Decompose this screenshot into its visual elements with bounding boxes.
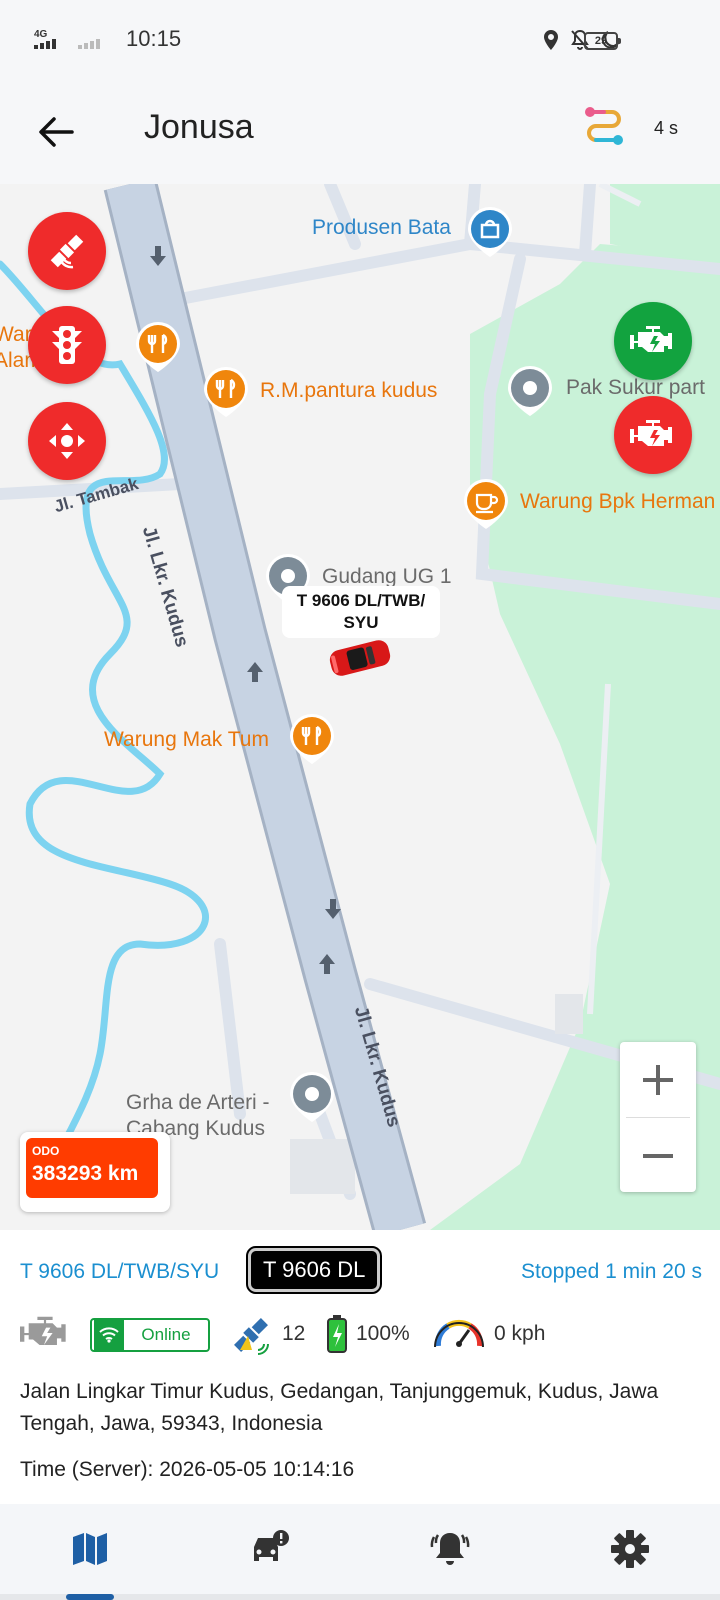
- minus-icon: [643, 1153, 673, 1158]
- odometer-label: ODO: [32, 1144, 60, 1158]
- poi-warung-mak-tum[interactable]: Warung Mak Tum: [104, 728, 269, 752]
- vehicle-address: Jalan Lingkar Timur Kudus, Gedangan, Tan…: [20, 1380, 659, 1435]
- zoom-in-button[interactable]: [620, 1042, 696, 1117]
- building: [555, 994, 583, 1034]
- speed-value: 0 kph: [494, 1322, 546, 1345]
- building: [290, 1139, 355, 1194]
- poi-rm-pantura[interactable]: R.M.pantura kudus: [260, 379, 437, 403]
- center-vehicle-button[interactable]: [28, 402, 106, 480]
- engine-icon: [630, 420, 672, 446]
- engine-on-button[interactable]: [614, 302, 692, 380]
- satellite-count: 12: [282, 1322, 306, 1345]
- active-tab-indicator: [66, 1594, 114, 1600]
- app-header: Jonusa 4 s: [0, 84, 720, 184]
- back-arrow-icon[interactable]: [34, 110, 78, 154]
- nav-vehicle-alerts[interactable]: [180, 1504, 360, 1594]
- nav-map[interactable]: [0, 1504, 180, 1594]
- vehicle-map-label: T 9606 DL/TWB/ SYU: [282, 586, 440, 638]
- bottom-navigation: [0, 1504, 720, 1600]
- vehicle-marker: [329, 640, 391, 676]
- status-left: 4G 10:15: [34, 26, 181, 52]
- zoom-out-button[interactable]: [620, 1118, 696, 1193]
- server-time: Time (Server): 2026-05-05 10:14:16: [20, 1458, 355, 1481]
- engine-icon: [20, 1316, 66, 1345]
- traffic-light-icon: [52, 326, 82, 364]
- status-bar: 4G 10:15 29: [0, 0, 720, 84]
- poi-produsen-bata[interactable]: Produsen Bata: [312, 216, 451, 240]
- odometer-badge: ODO 383293 km: [26, 1138, 158, 1198]
- vehicle-status-row: Online 12 100% 0 kph: [20, 1308, 700, 1358]
- network-indicator: 4G: [34, 27, 68, 51]
- page-title: Jonusa: [144, 108, 254, 146]
- engine-icon: [630, 326, 672, 352]
- refresh-interval: 4 s: [654, 118, 679, 138]
- online-badge: Online: [90, 1318, 210, 1352]
- clock: 10:15: [126, 26, 182, 51]
- move-center-icon: [49, 423, 85, 459]
- home-indicator: [0, 1594, 720, 1600]
- poi-warung-herman[interactable]: Warung Bpk Herman: [520, 490, 715, 514]
- car-alert-icon: [254, 1530, 289, 1561]
- odometer-value: 383293 km: [32, 1162, 139, 1185]
- stop-status: Stopped 1 min 20 s: [521, 1260, 702, 1283]
- poi-pak-sukur[interactable]: Pak Sukur part: [566, 376, 705, 400]
- zoom-controls: [620, 1042, 696, 1192]
- satellite-layer-button[interactable]: [28, 212, 106, 290]
- online-label: Online: [141, 1325, 191, 1344]
- signal-icon: [34, 39, 56, 49]
- battery-charging-icon: [327, 1315, 347, 1353]
- engine-off-button[interactable]: [614, 396, 692, 474]
- location-icon: [544, 30, 558, 50]
- plus-icon: [643, 1064, 673, 1095]
- map-icon: [73, 1533, 107, 1565]
- traffic-layer-button[interactable]: [28, 306, 106, 384]
- map-view[interactable]: Produsen Bata R.M.pantura kudus Pak Suku…: [0, 184, 720, 1230]
- battery-level: 29: [594, 35, 608, 47]
- nav-alarms[interactable]: [360, 1504, 540, 1594]
- alarm-icon: [430, 1533, 470, 1565]
- odometer-card: ODO 383293 km: [20, 1132, 170, 1212]
- battery-icon: 29: [584, 32, 621, 50]
- vehicle-info-panel: T 9606 DL/TWB/SYU T 9606 DL Stopped 1 mi…: [0, 1230, 720, 1504]
- wifi-icon: [94, 1320, 124, 1350]
- route-history-icon[interactable]: [582, 104, 626, 152]
- speedometer-icon: [434, 1319, 484, 1348]
- vehicle-name: T 9606 DL/TWB/SYU: [20, 1260, 220, 1283]
- gps-satellite-icon: [234, 1318, 269, 1355]
- signal-2-icon: [78, 27, 104, 51]
- settings-icon: [611, 1530, 649, 1568]
- satellite-icon: [50, 234, 84, 269]
- battery-percent: 100%: [356, 1322, 410, 1345]
- nav-settings[interactable]: [540, 1504, 720, 1594]
- plate-badge: T 9606 DL: [245, 1246, 383, 1294]
